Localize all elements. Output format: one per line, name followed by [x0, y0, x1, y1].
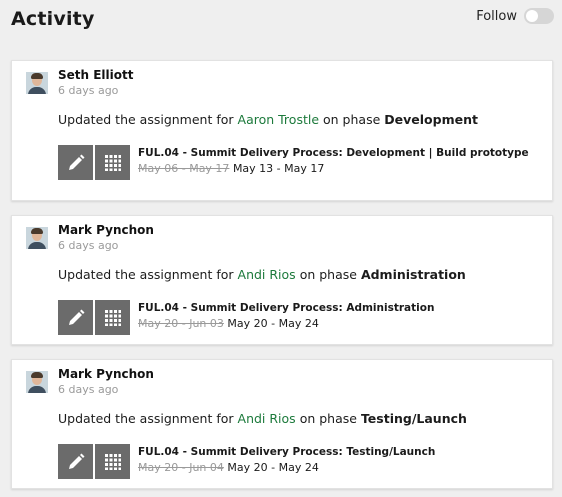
task-name[interactable]: FUL.04 - Summit Delivery Process: Testin…: [138, 445, 538, 459]
activity-message: Updated the assignment for Aaron Trostle…: [58, 112, 478, 127]
follow-control[interactable]: Follow: [476, 8, 554, 24]
timestamp: 6 days ago: [58, 84, 119, 97]
assignee-link[interactable]: Andi Rios: [238, 411, 296, 426]
new-dates: May 13 - May 17: [232, 162, 325, 175]
task-detail: FUL.04 - Summit Delivery Process: Develo…: [138, 146, 538, 176]
activity-message: Updated the assignment for Andi Rios on …: [58, 411, 467, 426]
assignee-link[interactable]: Andi Rios: [238, 267, 296, 282]
new-dates: May 20 - May 24: [227, 317, 319, 330]
activity-page: Activity Follow Seth Elliott 6 days ago …: [0, 0, 562, 497]
calendar-button[interactable]: [95, 444, 130, 479]
phase-name: Testing/Launch: [360, 411, 467, 426]
calendar-grid-icon: [104, 309, 121, 326]
action-buttons: [58, 444, 130, 479]
message-prefix: Updated the assignment for: [58, 112, 234, 127]
old-dates: May 06 - May 17: [138, 162, 230, 175]
task-name[interactable]: FUL.04 - Summit Delivery Process: Develo…: [138, 146, 538, 160]
old-dates: May 20 - Jun 03: [138, 317, 224, 330]
follow-toggle[interactable]: [524, 8, 554, 24]
action-buttons: [58, 300, 130, 335]
phase-name: Administration: [360, 267, 466, 282]
task-detail: FUL.04 - Summit Delivery Process: Admini…: [138, 301, 538, 331]
date-change: May 20 - Jun 03 May 20 - May 24: [138, 316, 538, 331]
user-name[interactable]: Seth Elliott: [58, 68, 134, 82]
message-mid: on phase: [323, 112, 381, 127]
date-change: May 06 - May 17 May 13 - May 17: [138, 161, 538, 176]
calendar-grid-icon: [104, 453, 121, 470]
pencil-icon: [68, 309, 84, 325]
message-mid: on phase: [299, 267, 357, 282]
edit-button[interactable]: [58, 444, 93, 479]
action-buttons: [58, 145, 130, 180]
avatar: [26, 227, 48, 249]
pencil-icon: [68, 154, 84, 170]
follow-label: Follow: [476, 8, 517, 24]
pencil-icon: [68, 453, 84, 469]
phase-name: Development: [384, 112, 478, 127]
assignee-link[interactable]: Aaron Trostle: [238, 112, 320, 127]
avatar: [26, 72, 48, 94]
edit-button[interactable]: [58, 145, 93, 180]
avatar: [26, 371, 48, 393]
activity-card: Mark Pynchon 6 days ago Updated the assi…: [11, 359, 553, 489]
calendar-button[interactable]: [95, 145, 130, 180]
edit-button[interactable]: [58, 300, 93, 335]
user-name[interactable]: Mark Pynchon: [58, 223, 154, 237]
activity-card: Mark Pynchon 6 days ago Updated the assi…: [11, 215, 553, 345]
new-dates: May 20 - May 24: [227, 461, 319, 474]
task-name[interactable]: FUL.04 - Summit Delivery Process: Admini…: [138, 301, 538, 315]
user-name[interactable]: Mark Pynchon: [58, 367, 154, 381]
calendar-button[interactable]: [95, 300, 130, 335]
task-detail: FUL.04 - Summit Delivery Process: Testin…: [138, 445, 538, 475]
toggle-knob: [526, 10, 538, 22]
activity-message: Updated the assignment for Andi Rios on …: [58, 267, 466, 282]
old-dates: May 20 - Jun 04: [138, 461, 224, 474]
message-mid: on phase: [299, 411, 357, 426]
timestamp: 6 days ago: [58, 239, 119, 252]
activity-card: Seth Elliott 6 days ago Updated the assi…: [11, 60, 553, 201]
date-change: May 20 - Jun 04 May 20 - May 24: [138, 460, 538, 475]
activity-header: Activity Follow: [11, 8, 554, 36]
calendar-grid-icon: [104, 154, 121, 171]
message-prefix: Updated the assignment for: [58, 411, 234, 426]
timestamp: 6 days ago: [58, 383, 119, 396]
message-prefix: Updated the assignment for: [58, 267, 234, 282]
page-title: Activity: [11, 8, 95, 30]
